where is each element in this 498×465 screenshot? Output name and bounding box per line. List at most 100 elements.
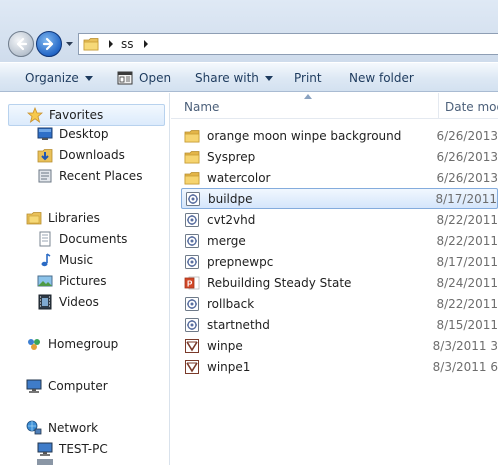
nav-pictures-label: Pictures	[59, 274, 107, 288]
downloads-icon	[37, 149, 53, 163]
nav-computer[interactable]: Computer	[26, 376, 108, 396]
script-file-icon	[184, 212, 200, 228]
chevron-down-icon	[264, 75, 273, 81]
nav-test-pc-label: TEST-PC	[59, 442, 108, 456]
nav-music-label: Music	[59, 253, 94, 267]
address-bar-row: ss	[0, 0, 498, 62]
file-name: watercolor	[207, 170, 271, 185]
file-name: Rebuilding Steady State	[207, 275, 352, 290]
nav-network-label: Network	[48, 421, 99, 435]
file-name: orange moon winpe background	[207, 128, 402, 143]
open-button[interactable]: Open	[117, 63, 171, 93]
nav-documents-label: Documents	[59, 232, 128, 246]
file-name: buildpe	[208, 191, 253, 206]
column-date-modified-header[interactable]: Date mod	[445, 100, 498, 114]
nav-downloads[interactable]: Downloads	[37, 145, 125, 165]
sort-ascending-icon	[304, 94, 312, 99]
file-list: Name Date mod orange moon winpe backgrou…	[171, 93, 498, 465]
file-row[interactable]: cvt2vhd 8/22/2011	[181, 209, 498, 230]
folder-icon	[184, 149, 200, 165]
file-row[interactable]: winpe 8/3/2011 3	[181, 335, 498, 356]
file-name: rollback	[207, 296, 255, 311]
nav-music[interactable]: Music	[37, 250, 93, 270]
file-name: winpe1	[207, 359, 251, 374]
back-button[interactable]	[8, 31, 34, 57]
partial-nav-icon	[37, 459, 53, 465]
file-date-modified: 8/22/2011	[436, 212, 498, 227]
star-icon	[27, 107, 43, 123]
nav-videos-label: Videos	[59, 295, 99, 309]
file-row[interactable]: buildpe 8/17/2011	[181, 188, 498, 209]
print-label: Print	[294, 71, 322, 85]
column-divider[interactable]	[438, 93, 439, 119]
file-date-modified: 8/22/2011	[436, 296, 498, 311]
breadcrumb-separator-icon[interactable]	[140, 39, 152, 49]
homegroup-icon	[28, 339, 40, 350]
open-label: Open	[139, 71, 172, 85]
nav-favorites[interactable]: Favorites	[8, 104, 165, 126]
file-row[interactable]: prepnewpc 8/17/2011	[181, 251, 498, 272]
file-date-modified: 8/17/2011	[436, 254, 498, 269]
organize-button[interactable]: Organize	[25, 63, 93, 93]
nav-homegroup-label: Homegroup	[48, 337, 119, 351]
file-row[interactable]: merge 8/22/2011	[181, 230, 498, 251]
music-note-icon	[41, 253, 51, 267]
script-file-icon	[184, 296, 200, 312]
nav-downloads-label: Downloads	[59, 148, 125, 162]
share-with-button[interactable]: Share with	[195, 63, 273, 93]
file-date-modified: 8/15/2011	[436, 317, 498, 332]
file-date-modified: 8/3/2011 3	[432, 338, 498, 353]
column-name-header[interactable]: Name	[184, 100, 219, 114]
file-row[interactable]: Sysprep 6/26/2013	[181, 146, 498, 167]
file-row[interactable]: watercolor 6/26/2013	[181, 167, 498, 188]
nav-libraries-label: Libraries	[48, 211, 100, 225]
visio-file-icon	[184, 359, 200, 375]
nav-network[interactable]: Network	[26, 418, 98, 438]
recent-pages-dropdown-icon[interactable]	[65, 40, 74, 48]
nav-homegroup[interactable]: Homegroup	[26, 334, 118, 354]
file-name: Sysprep	[207, 149, 256, 164]
share-with-label: Share with	[195, 71, 259, 85]
nav-recent-places[interactable]: Recent Places	[37, 166, 142, 186]
nav-favorites-label: Favorites	[49, 108, 104, 122]
file-name: cvt2vhd	[207, 212, 256, 227]
file-name: startnethd	[207, 317, 270, 332]
file-row[interactable]: P Rebuilding Steady State 8/24/2011	[181, 272, 498, 293]
nav-pictures[interactable]: Pictures	[37, 271, 107, 291]
file-row[interactable]: rollback 8/22/2011	[181, 293, 498, 314]
documents-icon	[39, 231, 51, 247]
command-bar: Organize Open Share with Print New folde…	[0, 62, 498, 92]
folder-icon	[83, 38, 99, 51]
nav-documents[interactable]: Documents	[37, 229, 127, 249]
videos-icon	[38, 294, 52, 310]
print-button[interactable]: Print	[294, 63, 322, 93]
nav-desktop[interactable]: Desktop	[37, 124, 109, 144]
script-file-icon	[184, 317, 200, 333]
nav-test-pc[interactable]: TEST-PC	[37, 439, 108, 459]
script-file-icon	[184, 233, 200, 249]
pictures-icon	[37, 275, 53, 287]
file-row[interactable]: winpe1 8/3/2011 6	[181, 356, 498, 377]
libraries-icon	[26, 212, 42, 225]
navigation-pane: Favorites Desktop Downloads Recent Place…	[0, 93, 170, 465]
computer-icon	[37, 442, 53, 456]
file-date-modified: 6/26/2013	[436, 170, 498, 185]
new-folder-label: New folder	[349, 71, 414, 85]
computer-icon	[26, 379, 42, 393]
file-name: prepnewpc	[207, 254, 274, 269]
nav-libraries[interactable]: Libraries	[26, 208, 100, 228]
network-icon	[26, 420, 42, 435]
nav-recent-places-label: Recent Places	[59, 169, 143, 183]
address-box[interactable]: ss	[78, 33, 498, 55]
breadcrumb-ss[interactable]: ss	[121, 37, 134, 51]
breadcrumb-separator-icon[interactable]	[105, 39, 117, 49]
file-row[interactable]: orange moon winpe background 6/26/2013	[181, 125, 498, 146]
powerpoint-file-icon: P	[184, 275, 200, 291]
nav-videos[interactable]: Videos	[37, 292, 99, 312]
new-folder-button[interactable]: New folder	[349, 63, 414, 93]
script-file-icon	[184, 254, 200, 270]
svg-text:P: P	[187, 279, 193, 288]
file-row[interactable]: startnethd 8/15/2011	[181, 314, 498, 335]
forward-button[interactable]	[36, 31, 62, 57]
desktop-icon	[37, 127, 53, 140]
